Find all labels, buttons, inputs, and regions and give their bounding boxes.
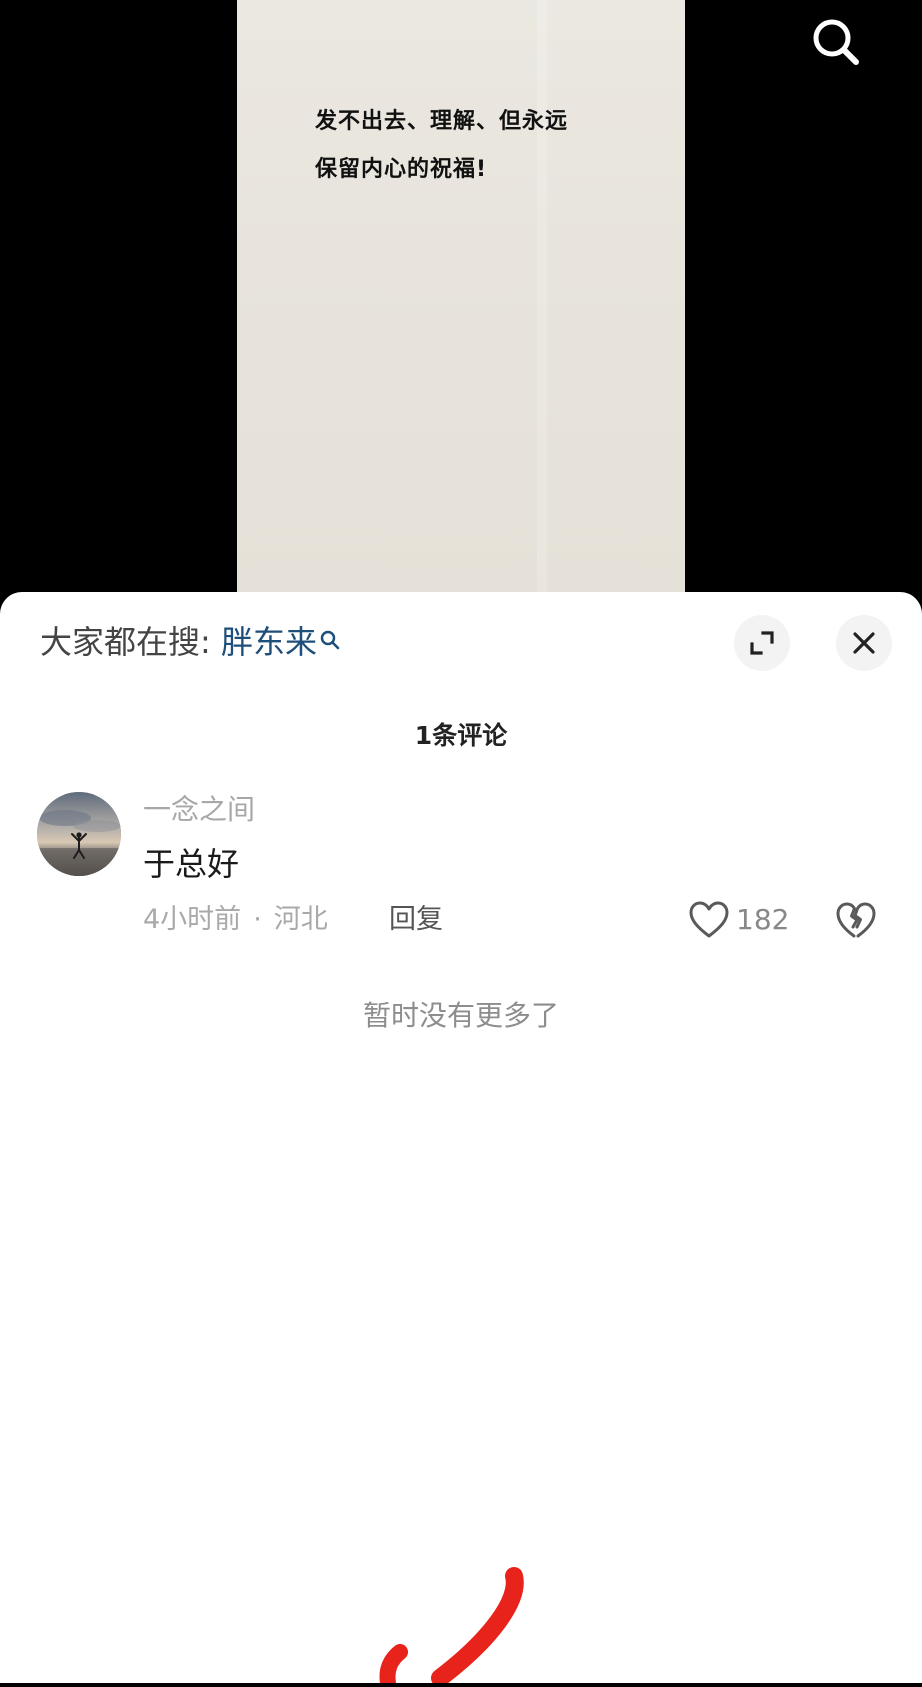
- search-icon[interactable]: [806, 12, 866, 72]
- red-arrow-annotation: [370, 1560, 540, 1687]
- avatar[interactable]: [37, 792, 121, 876]
- trending-prefix: 大家都在搜:: [40, 623, 221, 661]
- dislike-button[interactable]: [834, 899, 878, 943]
- comment-location: 河北: [273, 904, 328, 935]
- meta-separator: ·: [253, 904, 262, 935]
- comments-sheet: 大家都在搜: 胖东来 1条评论 一念之间 于总好 4小时前 · 河北 回复 18…: [0, 592, 922, 1683]
- reply-button[interactable]: 回复: [389, 902, 443, 938]
- end-of-comments-text: 暂时没有更多了: [362, 999, 559, 1032]
- comment-count: 1条评论: [414, 721, 508, 750]
- expand-button[interactable]: [734, 615, 790, 671]
- comments-sheet-header: 大家都在搜: 胖东来: [0, 592, 922, 692]
- comment-username[interactable]: 一念之间: [143, 792, 255, 828]
- video-player[interactable]: 发不出去、理解、但永远 保留内心的祝福!: [0, 0, 922, 600]
- video-sheen: [537, 0, 547, 600]
- comment-time: 4小时前: [143, 904, 242, 935]
- close-button[interactable]: [836, 615, 892, 671]
- comment-text: 于总好: [143, 845, 240, 883]
- comment-meta: 4小时前 · 河北: [143, 902, 328, 938]
- trending-term-link[interactable]: 胖东来: [221, 623, 317, 661]
- broken-heart-icon: [836, 902, 876, 938]
- search-icon[interactable]: [319, 620, 341, 660]
- trending-search: 大家都在搜: 胖东来: [40, 622, 341, 662]
- like-button[interactable]: 182: [688, 898, 789, 942]
- heart-icon: [689, 901, 729, 938]
- like-count: 182: [736, 903, 790, 936]
- expand-icon: [750, 631, 774, 655]
- close-icon: [853, 632, 875, 654]
- video-frame[interactable]: 发不出去、理解、但永远 保留内心的祝福!: [237, 0, 685, 600]
- comment-item: 一念之间 于总好 4小时前 · 河北 回复 182: [0, 792, 922, 952]
- video-caption: 发不出去、理解、但永远 保留内心的祝福!: [315, 109, 569, 182]
